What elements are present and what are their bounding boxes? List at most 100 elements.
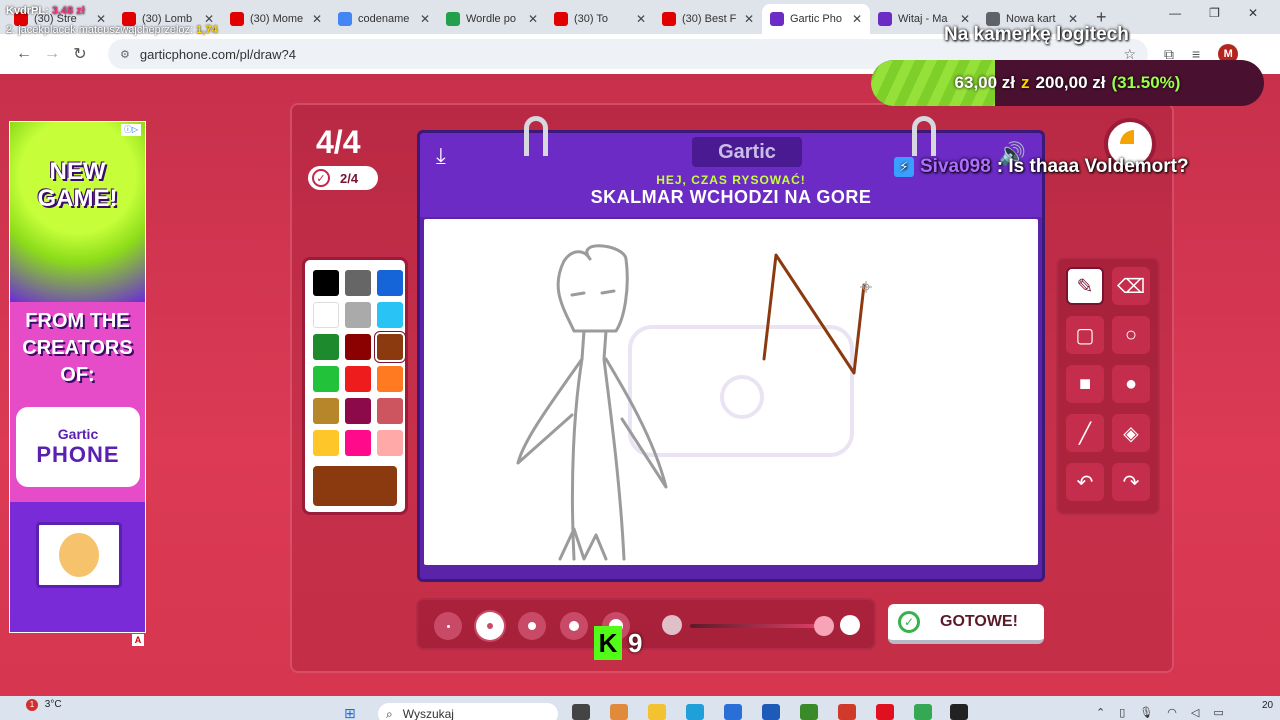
brush-size-4[interactable]: [560, 612, 588, 640]
chat-badge-icon: ⚡: [894, 157, 914, 177]
tab-close-icon[interactable]: ✕: [852, 12, 862, 26]
ellipse-fill-tool-icon[interactable]: ●: [1112, 365, 1150, 403]
task-view-icon[interactable]: [572, 704, 590, 720]
tab-close-icon[interactable]: ✕: [420, 12, 430, 26]
color-swatch[interactable]: [377, 366, 403, 392]
brush-size-1[interactable]: [434, 612, 462, 640]
minecraft-icon[interactable]: [800, 704, 818, 720]
donor2-name: 2. jacekplacek mateuszwajcheprzeloz:: [6, 24, 194, 36]
color-swatch[interactable]: [313, 430, 339, 456]
done-button[interactable]: ✓ GOTOWE!: [888, 604, 1044, 644]
mic-icon[interactable]: 🎙: [1139, 706, 1153, 719]
reload-icon[interactable]: ↻: [66, 44, 94, 64]
tab-favicon-icon: [230, 12, 244, 26]
file-explorer-icon[interactable]: [648, 704, 666, 720]
done-players-badge: ✓ 2/4: [308, 166, 378, 190]
browser-tab[interactable]: (30) Best F ✕: [654, 4, 762, 34]
eraser-tool-icon[interactable]: ⌫: [1112, 267, 1150, 305]
current-color-preview: [313, 466, 397, 506]
color-swatch[interactable]: [377, 398, 403, 424]
brush-size-2[interactable]: [476, 612, 504, 640]
color-swatch[interactable]: [377, 430, 403, 456]
minimize-icon[interactable]: —: [1169, 6, 1181, 20]
app-red-icon[interactable]: [838, 704, 856, 720]
goal-target: 200,00 zł: [1035, 73, 1106, 92]
battery-icon[interactable]: ▭: [1213, 706, 1223, 719]
donation-goal-bar: 63,00 zł z 200,00 zł (31.50%): [871, 60, 1264, 106]
browser-tab[interactable]: Wordle po ✕: [438, 4, 546, 34]
tab-close-icon[interactable]: ✕: [636, 12, 646, 26]
done-players-count: 2/4: [340, 170, 359, 186]
maximize-icon[interactable]: ❐: [1209, 6, 1220, 20]
tab-title: (30) To: [574, 13, 609, 25]
line-tool-icon[interactable]: ╱: [1066, 414, 1104, 452]
browser-tab[interactable]: Gartic Pho ✕: [762, 4, 870, 34]
tab-favicon-icon: [662, 12, 676, 26]
color-swatch[interactable]: [313, 366, 339, 392]
tray-app-icon[interactable]: ▯: [1119, 706, 1125, 719]
pen-tool-icon[interactable]: ✎: [1066, 267, 1104, 305]
color-swatch[interactable]: [345, 270, 371, 296]
tab-close-icon[interactable]: ✕: [312, 12, 322, 26]
rectangle-fill-tool-icon[interactable]: ■: [1066, 365, 1104, 403]
ad-info-icon[interactable]: ⓘ▷: [121, 124, 141, 136]
color-swatch[interactable]: [313, 398, 339, 424]
chat-text: : Is thaaa Voldemort?: [996, 156, 1189, 177]
ad-subline: FROM THE CREATORS OF:: [22, 310, 133, 386]
mail-icon[interactable]: [762, 704, 780, 720]
chat-message: ⚡ Siva098 : Is thaaa Voldemort?: [894, 156, 1189, 178]
copilot-icon[interactable]: [610, 704, 628, 720]
color-swatch[interactable]: [345, 334, 371, 360]
opera-icon[interactable]: [876, 704, 894, 720]
download-icon[interactable]: ⤓: [436, 143, 446, 169]
undo-icon[interactable]: ↶: [1066, 463, 1104, 501]
obs-icon[interactable]: [950, 704, 968, 720]
drawing-prompt: SKALMAR WCHODZI NA GORE: [590, 187, 872, 207]
site-info-icon[interactable]: ⚙: [120, 48, 130, 61]
color-swatch[interactable]: [313, 334, 339, 360]
tab-close-icon[interactable]: ✕: [528, 12, 538, 26]
color-swatch[interactable]: [345, 366, 371, 392]
weather-widget[interactable]: 1 3°C: [26, 699, 62, 711]
tab-close-icon[interactable]: ✕: [744, 12, 754, 26]
wifi-icon[interactable]: ◠: [1167, 706, 1177, 719]
tab-favicon-icon: [770, 12, 784, 26]
ad-logo-bottom: PHONE: [36, 442, 120, 467]
edge-icon[interactable]: [686, 704, 704, 720]
browser-tab[interactable]: codename ✕: [330, 4, 438, 34]
opacity-slider[interactable]: [690, 624, 830, 628]
browser-tab[interactable]: (30) To ✕: [546, 4, 654, 34]
drawing-canvas[interactable]: [424, 219, 1038, 565]
chrome-icon[interactable]: [914, 704, 932, 720]
browser-tab[interactable]: (30) Mome ✕: [222, 4, 330, 34]
taskbar-search[interactable]: ⌕ Wyszukaj: [378, 703, 558, 720]
color-swatch[interactable]: [377, 270, 403, 296]
canvas-drawing: [516, 244, 872, 561]
bucket-fill-tool-icon[interactable]: ◈: [1112, 414, 1150, 452]
color-swatch[interactable]: [345, 302, 371, 328]
ad-choice-icon[interactable]: A: [132, 634, 144, 646]
forward-icon[interactable]: →: [38, 45, 66, 63]
store-icon[interactable]: [724, 704, 742, 720]
back-icon[interactable]: ←: [10, 45, 38, 63]
tab-title: (30) Best F: [682, 13, 737, 25]
tray-chevron-icon[interactable]: ⌃: [1096, 706, 1105, 719]
opacity-slider-handle[interactable]: [814, 616, 834, 636]
color-swatch[interactable]: [313, 302, 339, 328]
close-window-icon[interactable]: ✕: [1248, 6, 1258, 20]
camera-goal-title: Na kamerkę logitech: [944, 24, 1129, 45]
speaker-icon[interactable]: ◁: [1191, 706, 1199, 719]
windows-start-icon[interactable]: ⊞: [344, 705, 356, 720]
color-swatch[interactable]: [345, 398, 371, 424]
ellipse-outline-tool-icon[interactable]: ○: [1112, 316, 1150, 354]
brush-size-3[interactable]: [518, 612, 546, 640]
color-swatch[interactable]: [345, 430, 371, 456]
ad-banner[interactable]: NEW GAME! FROM THE CREATORS OF: Gartic P…: [9, 121, 146, 633]
redo-icon[interactable]: ↷: [1112, 463, 1150, 501]
tool-panel: ✎ ⌫ ▢ ○ ■ ● ╱ ◈ ↶ ↷: [1056, 257, 1160, 515]
color-swatch[interactable]: [313, 270, 339, 296]
donor1-amount: 3,48 zł: [51, 5, 85, 17]
color-swatch[interactable]: [377, 302, 403, 328]
rectangle-outline-tool-icon[interactable]: ▢: [1066, 316, 1104, 354]
color-swatch[interactable]: [375, 332, 405, 362]
